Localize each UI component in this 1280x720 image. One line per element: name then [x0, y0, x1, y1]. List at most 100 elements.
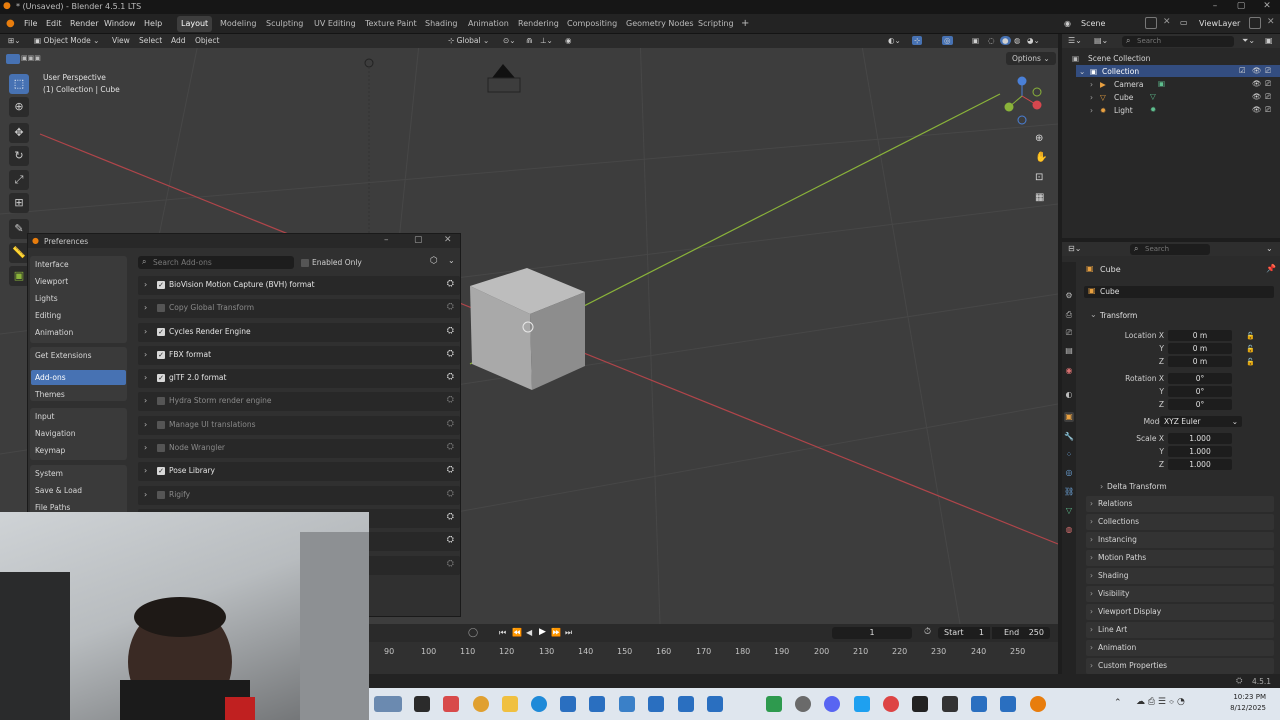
constraints-tab-icon[interactable]: ⛓ [1064, 487, 1074, 497]
panel-relations[interactable]: Relations [1086, 496, 1274, 512]
tab-scripting[interactable]: Scripting [694, 16, 738, 32]
output-tab-icon[interactable]: ⎚ [1064, 328, 1074, 338]
pin-icon[interactable]: 📌 [1266, 264, 1276, 273]
addon-enabled-checkbox[interactable] [157, 444, 165, 452]
expand-chevron-icon[interactable]: › [144, 350, 147, 359]
ortho-grid-icon[interactable]: ▦ [1035, 192, 1044, 203]
blender-taskbar-icon[interactable] [1030, 696, 1046, 712]
addon-row[interactable]: › Rigify ⛭ [138, 486, 460, 505]
location-x-field[interactable]: 0 m [1168, 330, 1232, 341]
settings-icon[interactable] [795, 696, 811, 712]
start-frame-field[interactable]: Start 1 [938, 627, 990, 639]
menu-add[interactable]: Add [171, 36, 186, 45]
new-view-layer-icon[interactable] [1249, 17, 1261, 29]
clock-date[interactable]: 8/12/2025 [1226, 704, 1266, 712]
pref-category-get-extensions[interactable]: Get Extensions [31, 348, 126, 363]
editor-type-icon[interactable]: ☰⌄ [1068, 36, 1082, 45]
addon-enabled-checkbox[interactable]: ✓ [157, 467, 165, 475]
app-icon[interactable] [589, 696, 605, 712]
chevron-right-icon[interactable]: › [1090, 80, 1093, 89]
chevron-down-icon[interactable]: ⌄ [1090, 310, 1097, 319]
pref-category-viewport[interactable]: Viewport [31, 274, 126, 289]
tab-layout[interactable]: Layout [177, 16, 213, 32]
world-tab-icon[interactable]: ◐ [1064, 390, 1074, 400]
editor-type-icon[interactable]: ⊞⌄ [8, 36, 21, 45]
proportional-edit-icon[interactable]: ◉ [565, 36, 572, 45]
navigation-gizmo[interactable] [1004, 76, 1042, 125]
tag-filter-icon[interactable]: ⬡ [430, 256, 438, 266]
chevron-right-icon[interactable]: › [1090, 106, 1093, 115]
pref-category-navigation[interactable]: Navigation [31, 426, 126, 441]
visibility-icon[interactable]: ◐⌄ [888, 36, 901, 45]
light-object[interactable] [364, 58, 374, 68]
clock-time[interactable]: 10:23 PM [1232, 693, 1266, 701]
orientation-dropdown[interactable]: ⊹ Global ⌄ [448, 36, 489, 45]
eye-icon[interactable]: 👁 [1252, 66, 1262, 75]
chevron-right-icon[interactable]: › [1090, 93, 1093, 102]
addon-row[interactable]: › ✓ Pose Library ⛭ [138, 462, 460, 481]
eye-icon[interactable]: 👁 [1252, 92, 1262, 101]
object-name-field[interactable]: ▣ Cube [1084, 286, 1274, 298]
tray-chevron-icon[interactable]: ⌃ [1114, 698, 1122, 708]
outliner-search-input[interactable]: ⌕ Search [1122, 36, 1234, 47]
menu-file[interactable]: File [24, 19, 37, 28]
camera-render-icon[interactable]: ⎚ [1265, 105, 1271, 115]
solid-shading-icon[interactable]: ● [1000, 36, 1011, 45]
select-mode-icons[interactable]: ▣▣▣ [21, 54, 63, 64]
end-frame-field[interactable]: End 250 [992, 627, 1050, 639]
camera-view-icon[interactable]: ⊡ [1035, 172, 1043, 183]
annotate-tool[interactable]: ✎ [9, 219, 29, 239]
app-icon[interactable] [1000, 696, 1016, 712]
next-keyframe-icon[interactable]: ⏩ [551, 628, 561, 637]
addon-enabled-checkbox[interactable] [157, 397, 165, 405]
object-tab-icon[interactable]: ▣ [1064, 412, 1074, 422]
jump-end-icon[interactable]: ⏭ [565, 628, 572, 638]
rotation-z-field[interactable]: 0° [1168, 399, 1232, 410]
app-icon[interactable] [766, 696, 782, 712]
addon-enabled-checkbox[interactable] [157, 304, 165, 312]
remove-scene-icon[interactable]: ✕ [1163, 17, 1171, 27]
pan-hand-icon[interactable]: ✋ [1035, 152, 1047, 163]
pref-category-animation[interactable]: Animation [31, 325, 126, 340]
properties-search-input[interactable]: ⌕ Search [1130, 244, 1210, 255]
tab-sculpting[interactable]: Sculpting [262, 16, 307, 32]
pref-category-keymap[interactable]: Keymap [31, 443, 126, 458]
chevron-down-icon[interactable]: ⌄ [1079, 67, 1085, 76]
panel-animation[interactable]: Animation [1086, 640, 1274, 656]
menu-window[interactable]: Window [104, 19, 136, 28]
minimize-icon[interactable]: – [1202, 1, 1228, 11]
snap-icon[interactable]: ⋒ [526, 36, 532, 45]
new-scene-icon[interactable] [1145, 17, 1157, 29]
app-icon[interactable] [619, 696, 635, 712]
tray-icons[interactable]: ☁ ⎙ ☰ ⌔ ◔ [1136, 697, 1185, 707]
panel-instancing[interactable]: Instancing [1086, 532, 1274, 548]
maximize-icon[interactable]: ▢ [414, 235, 423, 245]
scene-selector[interactable]: Scene [1081, 19, 1143, 30]
addon-enabled-checkbox[interactable] [157, 491, 165, 499]
start-icon[interactable] [414, 696, 430, 712]
rotation-y-field[interactable]: 0° [1168, 386, 1232, 397]
scene-tab-icon[interactable]: ◉ [1064, 366, 1074, 376]
app-icon[interactable] [912, 696, 928, 712]
jump-start-icon[interactable]: ⏮ [499, 628, 506, 638]
tab-geometry-nodes[interactable]: Geometry Nodes [622, 16, 697, 32]
maximize-icon[interactable]: ▢ [1228, 1, 1254, 11]
outliner-item-light[interactable]: Light [1114, 106, 1133, 115]
addon-search-input[interactable]: ⌕ Search Add-ons [138, 256, 294, 269]
menu-view[interactable]: View [112, 36, 130, 45]
menu-render[interactable]: Render [70, 19, 98, 28]
close-icon[interactable]: ✕ [444, 235, 452, 245]
rotate-tool[interactable]: ↻ [9, 146, 29, 166]
select-box-tool[interactable]: ⬚ [9, 74, 29, 94]
panel-line-art[interactable]: Line Art [1086, 622, 1274, 638]
blender-menu-icon[interactable]: ● [6, 18, 15, 29]
camera-data-icon[interactable]: ▣ [1158, 79, 1165, 88]
scale-tool[interactable]: ⤢ [9, 170, 29, 190]
modifier-tab-icon[interactable]: 🔧 [1064, 432, 1074, 442]
view-layer-tab-icon[interactable]: ▤ [1064, 346, 1074, 356]
expand-chevron-icon[interactable]: › [144, 443, 147, 452]
enabled-only-checkbox[interactable] [301, 259, 309, 267]
chevron-right-icon[interactable]: › [1100, 482, 1103, 491]
panel-visibility[interactable]: Visibility [1086, 586, 1274, 602]
view-layer-selector[interactable]: ViewLayer [1199, 19, 1240, 28]
